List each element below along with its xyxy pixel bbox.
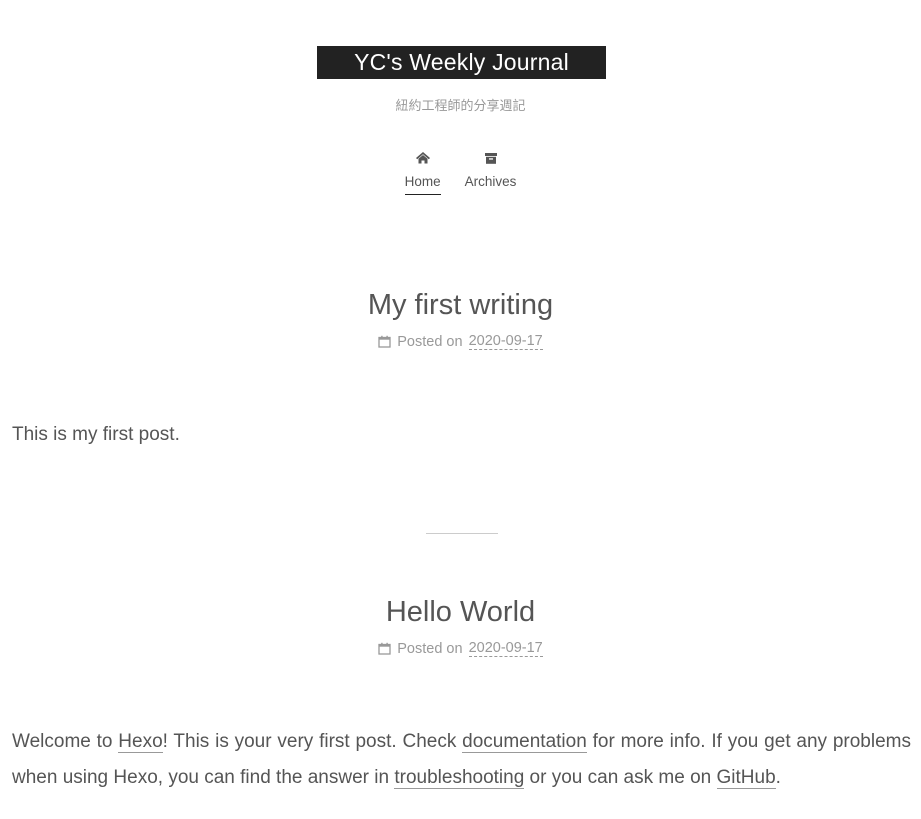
site-title[interactable]: YC's Weekly Journal [354,51,569,74]
home-icon [415,152,430,164]
posted-on-label: Posted on [397,333,463,350]
posted-on-label: Posted on [397,640,463,657]
body-text: . [775,767,781,788]
post-title[interactable]: Hello World [0,596,921,629]
post-body: This is my first post. [12,424,180,445]
troubleshooting-link[interactable]: troubleshooting [394,767,525,789]
body-text: Welcome to [12,731,119,752]
site-subtitle: 紐約工程師的分享週記 [395,99,526,114]
menu-label-archives: Archives [464,174,517,189]
post-meta: Posted on 2020-09-17 [0,333,921,350]
main-menu: Home Archives [0,150,921,195]
archive-icon [484,153,497,164]
calendar-icon [378,335,391,348]
post-divider [426,533,498,534]
post-date[interactable]: 2020-09-17 [468,333,543,350]
post-date[interactable]: 2020-09-17 [468,640,543,657]
github-link[interactable]: GitHub [716,767,776,789]
body-text: or you can ask me on [524,767,717,788]
menu-item-home[interactable]: Home [404,150,441,195]
calendar-icon [378,642,391,655]
post-body: Welcome to Hexo! This is your very first… [12,724,911,796]
post-meta: Posted on 2020-09-17 [0,640,921,657]
menu-label-home: Home [404,172,441,195]
body-text: ! This is your very first post. Check [162,731,463,752]
post-title[interactable]: My first writing [0,289,921,322]
site-brand[interactable]: YC's Weekly Journal [317,46,606,79]
hexo-link[interactable]: Hexo [118,731,163,753]
menu-item-archives[interactable]: Archives [464,150,517,195]
documentation-link[interactable]: documentation [462,731,587,753]
